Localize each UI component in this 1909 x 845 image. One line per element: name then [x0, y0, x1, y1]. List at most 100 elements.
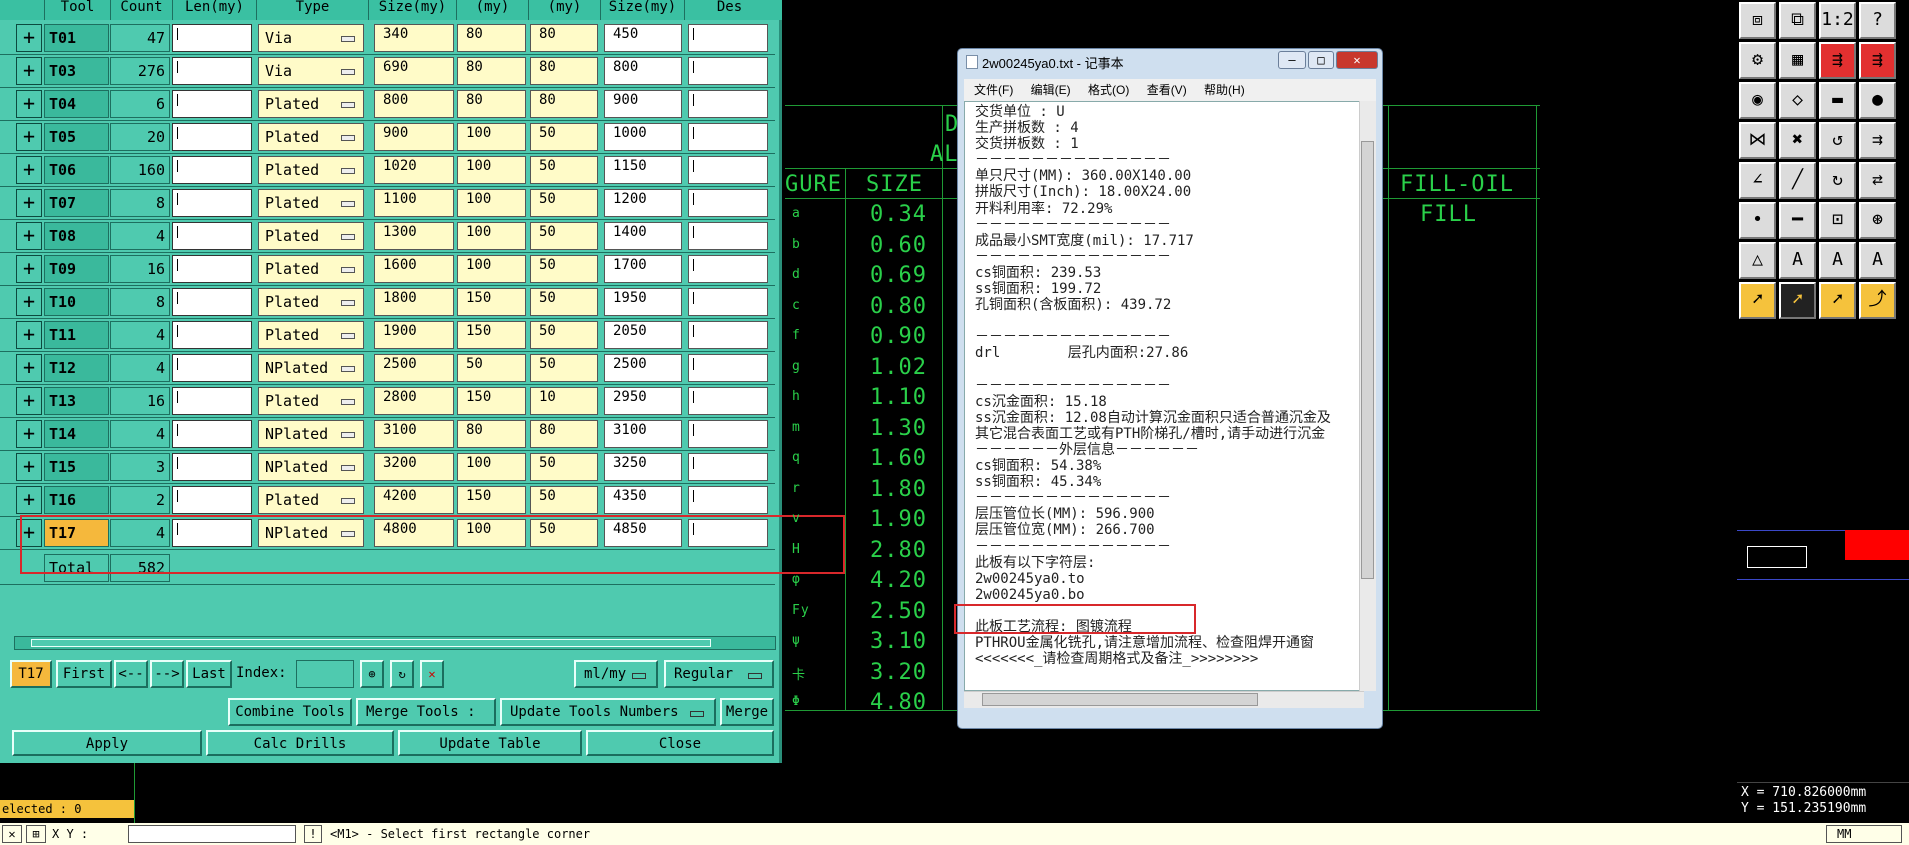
expand-icon[interactable]: + [16, 222, 42, 250]
table-row[interactable]: + T11 4 Plated 1900 150 50 2050 [0, 319, 775, 352]
menu-edit[interactable]: 编辑(E) [1031, 83, 1071, 97]
finish-size-input[interactable]: 4350 [604, 486, 682, 514]
combine-tools-button[interactable]: Combine Tools [228, 698, 352, 726]
plus-tol-input[interactable]: 100 [457, 123, 526, 151]
type-select[interactable]: Plated [258, 486, 364, 514]
expand-icon[interactable]: + [16, 387, 42, 415]
pointer-icon[interactable]: ➚ [1739, 282, 1776, 319]
menu-format[interactable]: 格式(O) [1088, 83, 1129, 97]
des-input[interactable] [688, 222, 768, 250]
alert-icon[interactable]: ! [304, 825, 322, 843]
table-row[interactable]: + T03 276 Via 690 80 80 800 [0, 55, 775, 88]
table-row[interactable]: + T14 4 NPlated 3100 80 80 3100 [0, 418, 775, 451]
merge-button[interactable]: Merge [720, 698, 774, 726]
minus-tol-input[interactable]: 80 [530, 90, 598, 118]
tool-id[interactable]: T15 [44, 453, 109, 481]
finish-size-input[interactable]: 1700 [604, 255, 682, 283]
connect-icon[interactable]: ⋈ [1739, 122, 1776, 159]
type-select[interactable]: Plated [258, 255, 364, 283]
des-input[interactable] [688, 189, 768, 217]
first-button[interactable]: First [56, 660, 112, 688]
type-select[interactable]: Plated [258, 387, 364, 415]
plus-tol-input[interactable]: 50 [457, 354, 526, 382]
type-select[interactable]: NPlated [258, 453, 364, 481]
size-input[interactable]: 800 [374, 90, 454, 118]
minus-tol-input[interactable]: 50 [530, 354, 598, 382]
type-select[interactable]: Plated [258, 189, 364, 217]
finish-size-input[interactable]: 450 [604, 24, 682, 52]
branch-icon[interactable]: ⤴ [1859, 282, 1896, 319]
type-select[interactable]: NPlated [258, 354, 364, 382]
finish-size-input[interactable]: 3250 [604, 453, 682, 481]
calc-drills-button[interactable]: Calc Drills [206, 730, 394, 756]
line-icon[interactable]: ╱ [1779, 162, 1816, 199]
expand-icon[interactable]: + [16, 189, 42, 217]
plus-tol-input[interactable]: 80 [457, 420, 526, 448]
finish-size-input[interactable]: 3100 [604, 420, 682, 448]
des-input[interactable] [688, 123, 768, 151]
des-input[interactable] [688, 354, 768, 382]
finish-size-input[interactable]: 2500 [604, 354, 682, 382]
maximize-icon[interactable]: □ [1308, 51, 1334, 69]
plus-tol-input[interactable]: 150 [457, 486, 526, 514]
tool-id[interactable]: T05 [44, 123, 109, 151]
minus-tol-input[interactable]: 50 [530, 453, 598, 481]
hscroll-thumb-np[interactable] [982, 693, 1258, 706]
polygon-icon[interactable]: ◇ [1779, 82, 1816, 119]
plus-tol-input[interactable]: 150 [457, 321, 526, 349]
len-input[interactable] [172, 90, 252, 118]
mode-select[interactable]: Regular [664, 660, 774, 688]
tool-id[interactable]: T11 [44, 321, 109, 349]
tool-id[interactable]: T01 [44, 24, 109, 52]
minus-tol-input[interactable]: 10 [530, 387, 598, 415]
expand-icon[interactable]: + [16, 420, 42, 448]
plus-tol-input[interactable]: 150 [457, 387, 526, 415]
expand-icon[interactable]: + [16, 255, 42, 283]
table-hscrollbar[interactable] [14, 636, 776, 650]
triangle-c-icon[interactable]: A [1859, 242, 1896, 279]
table-row[interactable]: + T04 6 Plated 800 80 80 900 [0, 88, 775, 121]
pointer-select-icon[interactable]: ➚ [1819, 282, 1856, 319]
cross-icon[interactable]: ✖ [1779, 122, 1816, 159]
update-table-button[interactable]: Update Table [398, 730, 582, 756]
size-input[interactable]: 1020 [374, 156, 454, 184]
expand-icon[interactable]: + [16, 354, 42, 382]
len-input[interactable] [172, 123, 252, 151]
table-row[interactable]: + T13 16 Plated 2800 150 10 2950 [0, 385, 775, 418]
xy-input[interactable] [128, 825, 296, 843]
type-select[interactable]: Plated [258, 288, 364, 316]
menu-view[interactable]: 查看(V) [1147, 83, 1187, 97]
tool-id[interactable]: T04 [44, 90, 109, 118]
ruler-icon[interactable]: ▬ [1819, 82, 1856, 119]
len-input[interactable] [172, 189, 252, 217]
prev-button[interactable]: <-- [114, 660, 148, 688]
flip-icon[interactable]: ⇄ [1859, 162, 1896, 199]
len-input[interactable] [172, 420, 252, 448]
plus-tol-input[interactable]: 80 [457, 90, 526, 118]
size-input[interactable]: 4200 [374, 486, 454, 514]
hscroll-thumb[interactable] [31, 639, 711, 647]
des-input[interactable] [688, 57, 768, 85]
type-select[interactable]: Plated [258, 90, 364, 118]
tool-id[interactable]: T07 [44, 189, 109, 217]
notepad-hscrollbar[interactable] [964, 691, 1364, 708]
refresh-icon[interactable]: ↻ [390, 660, 414, 688]
table-row[interactable]: + T16 2 Plated 4200 150 50 4350 [0, 484, 775, 517]
minus-tol-input[interactable]: 50 [530, 222, 598, 250]
size-input[interactable]: 1900 [374, 321, 454, 349]
tool-id[interactable]: T12 [44, 354, 109, 382]
type-select[interactable]: Via [258, 24, 364, 52]
table-row[interactable]: + T05 20 Plated 900 100 50 1000 [0, 121, 775, 154]
minus-tol-input[interactable]: 50 [530, 189, 598, 217]
grid-icon[interactable]: ⊞ [26, 825, 46, 843]
len-input[interactable] [172, 24, 252, 52]
minus-tol-input[interactable]: 50 [530, 288, 598, 316]
tool-id[interactable]: T16 [44, 486, 109, 514]
size-input[interactable]: 2800 [374, 387, 454, 415]
table-row[interactable]: + T08 4 Plated 1300 100 50 1400 [0, 220, 775, 253]
apply-button[interactable]: Apply [12, 730, 202, 756]
des-input[interactable] [688, 24, 768, 52]
route-icon[interactable]: ⇶ [1819, 42, 1856, 79]
vscroll-thumb[interactable] [1361, 141, 1374, 579]
index-input[interactable] [296, 660, 354, 688]
